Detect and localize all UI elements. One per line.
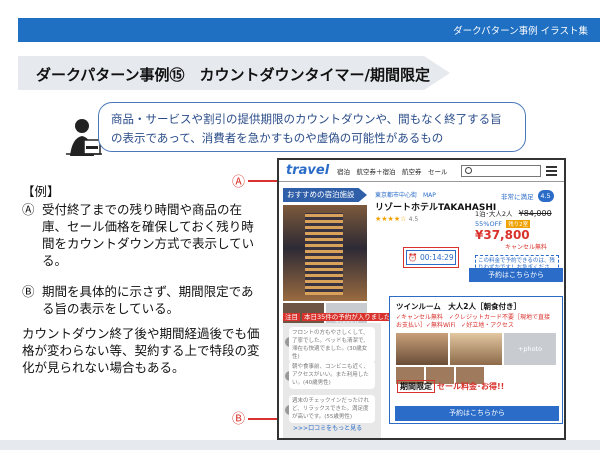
room-features: ✓キャンセル無料 ✓クレジットカード不要［現地で直接お支払い］✓無料WiFi ✓… <box>396 314 551 329</box>
footer-band <box>0 440 600 450</box>
header-band: ダークパターン事例 イラスト集 <box>18 18 600 42</box>
review-item: 朝や食事前、コンビニも近く、アクセスがいい。また利用したい。(40歳男性) <box>289 361 375 389</box>
top-header: ダークパターン事例 イラスト集 <box>0 0 600 42</box>
hotel-category[interactable]: 東京都市中心街 MAP <box>375 190 471 199</box>
room-photo[interactable] <box>396 333 448 365</box>
old-price: ¥84,000 <box>518 209 552 218</box>
room-photo-placeholder[interactable]: +photo <box>504 333 556 365</box>
example-text-b: 期間を具体的に示さず、期間限定である旨の表示をしている。 <box>42 284 254 316</box>
limited-time-notice: 期間限定 セール料金･お得!! <box>397 380 504 393</box>
sale-price: ¥37,800 <box>475 228 530 242</box>
limited-time-label: 期間限定 <box>397 380 435 393</box>
room-photo[interactable] <box>450 333 502 365</box>
booking-text: 本日35件の予約が入りました!! <box>302 313 398 321</box>
room-photos: +photo <box>396 333 556 365</box>
example-mark-a: Ⓐ <box>22 202 35 217</box>
example-note: カウントダウン終了後や期間経過後でも価格が変わらない等、契約する上で特段の変化が… <box>22 326 260 375</box>
site-menu[interactable]: 宿泊 航空券＋宿泊 航空券 セール <box>337 166 448 176</box>
hotel-info: 東京都市中心街 MAP リゾートホテルTAKAHASHI ★★★★☆ 4.5 <box>375 190 496 223</box>
free-cancel: キャンセル無料 <box>505 244 548 251</box>
page-title: ダークパターン事例⑮ カウントダウンタイマー/期間限定 <box>36 66 430 84</box>
limited-time-text: セール料金･お得!! <box>437 382 505 391</box>
more-reviews-link[interactable]: >>>口コミをもっと見る <box>293 423 362 432</box>
review-item: フロントの方もやさしくして、了寧でした。ベッドも清潔で、滞在も快適でました。(3… <box>289 327 375 363</box>
example-item-a: Ⓐ 受付終了までの残り時間や商品の在庫、セール価格を確保しておく残り時間をカウン… <box>22 201 260 269</box>
review-label: 非常に満足 <box>501 193 534 201</box>
example-item-b: Ⓑ 期間を具体的に示さず、期間限定である旨の表示をしている。 <box>22 283 260 317</box>
sale-line: 55%OFF 残り2室 ¥37,800 <box>475 220 563 242</box>
website-mockup: travel 宿泊 航空券＋宿泊 航空券 セール おすすめの宿泊施設 +phot… <box>277 158 566 440</box>
countdown-timer: ⏰ 00:14:29 <box>406 250 456 265</box>
hotel-photo[interactable] <box>283 205 367 301</box>
definition-box: 商品・サービスや割引の提供期限のカウントダウンや、間もなく終了する旨の表示であっ… <box>98 102 526 152</box>
hotel-name[interactable]: リゾートホテルTAKAHASHI <box>375 200 496 213</box>
example-mark-b: Ⓑ <box>22 284 35 299</box>
room-card: ツインルーム 大人2人［朝食付き］ ✓キャンセル無料 ✓クレジットカード不要［現… <box>389 296 563 424</box>
review-rating: 非常に満足 4.5 <box>501 190 563 202</box>
guest-count: 1泊･大人2人 <box>475 210 513 218</box>
review-score: 4.5 <box>537 190 554 202</box>
label-b: Ⓑ <box>232 412 246 427</box>
reserve-button-top[interactable]: 予約はこちらから <box>469 268 563 282</box>
site-nav: travel 宿泊 航空券＋宿泊 航空券 セール <box>279 160 564 182</box>
example-heading: 【例】 <box>22 184 60 199</box>
discount-text: 55%OFF <box>475 220 503 228</box>
search-icon <box>465 167 472 174</box>
hotel-rating: 4.5 <box>408 216 419 223</box>
price-line: 1泊･大人2人 ¥84,000 <box>475 208 563 218</box>
review-item: 週末のチェックインだったけれど、リラックスできた。満足度が高いです。(55歳男性… <box>289 395 375 423</box>
rooms-left-tag: 残り2室 <box>506 220 531 228</box>
booking-tag: 注目 <box>283 313 300 321</box>
booking-count: 注目 本日35件の予約が入りました!! <box>283 311 399 321</box>
site-logo[interactable]: travel <box>286 163 329 178</box>
star-icons: ★★★★☆ <box>375 215 407 223</box>
room-name: ツインルーム 大人2人［朝食付き］ <box>396 302 521 311</box>
hotel-stars: ★★★★☆ 4.5 <box>375 215 471 223</box>
hamburger-icon[interactable] <box>546 166 557 176</box>
example-section: 【例】 Ⓐ 受付終了までの残り時間や商品の在庫、セール価格を確保しておく残り時間… <box>22 183 260 376</box>
example-text-a: 受付終了までの残り時間や商品の在庫、セール価格を確保しておく残り時間をカウントダ… <box>42 202 255 268</box>
header-subtitle: ダークパターン事例 イラスト集 <box>453 26 588 37</box>
reserve-button-bottom[interactable]: 予約はこちらから <box>395 406 559 421</box>
search-input[interactable] <box>461 165 541 177</box>
title-banner: ダークパターン事例⑮ カウントダウンタイマー/期間限定 <box>18 56 450 90</box>
review-list: フロントの方もやさしくして、了寧でした。ベッドも清潔で、滞在も快適でました。(3… <box>283 323 381 438</box>
label-a: Ⓐ <box>232 175 246 190</box>
recommend-banner: おすすめの宿泊施設 <box>283 188 367 202</box>
